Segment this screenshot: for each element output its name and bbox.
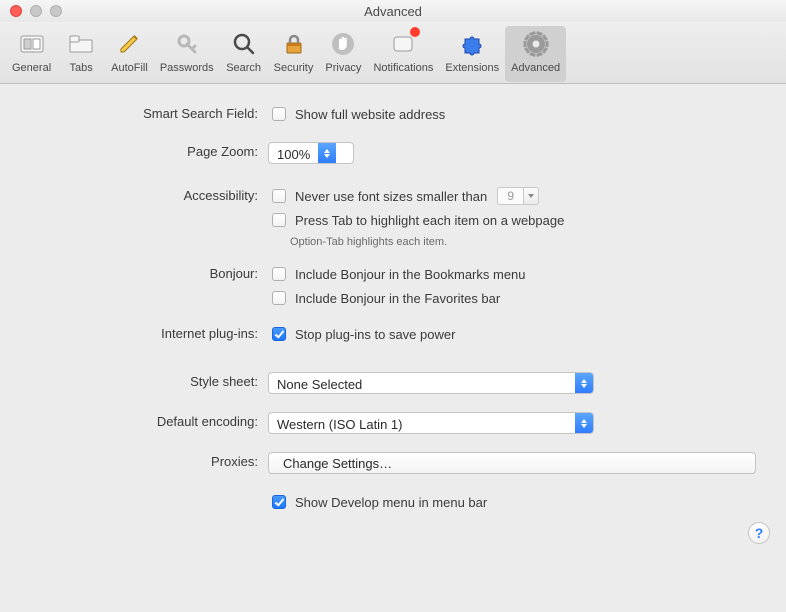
show-develop-checkbox[interactable]: [272, 495, 286, 509]
toolbar-tab-search[interactable]: Search: [220, 26, 268, 82]
smart-search-label: Smart Search Field:: [30, 104, 268, 121]
never-smaller-checkbox[interactable]: [272, 189, 286, 203]
stop-plugins-label: Stop plug-ins to save power: [295, 327, 455, 342]
accessibility-hint: Option-Tab highlights each item.: [268, 236, 756, 248]
toolbar-tab-privacy[interactable]: Privacy: [319, 26, 367, 82]
toolbar-tab-notifications[interactable]: Notifications: [367, 26, 439, 82]
traffic-lights: [0, 5, 62, 17]
tabs-icon: [65, 28, 97, 60]
prefs-content: Smart Search Field: Show full website ad…: [0, 84, 786, 546]
change-settings-button[interactable]: Change Settings…: [268, 452, 756, 474]
toolbar-tab-tabs[interactable]: Tabs: [57, 26, 105, 82]
prefs-toolbar: General Tabs AutoFill Passwords Search Securi…: [0, 22, 786, 84]
toolbar-tab-security[interactable]: Security: [268, 26, 320, 82]
toolbar-tab-general[interactable]: General: [6, 26, 57, 82]
help-button[interactable]: ?: [748, 522, 770, 544]
toolbar-tab-label: Search: [226, 62, 261, 74]
min-font-size-field[interactable]: [497, 187, 539, 205]
toolbar-tab-passwords[interactable]: Passwords: [154, 26, 220, 82]
stylesheet-select[interactable]: None Selected: [268, 372, 594, 394]
plugins-label: Internet plug-ins:: [30, 324, 268, 341]
badge-icon: [387, 28, 419, 60]
never-smaller-label: Never use font sizes smaller than: [295, 189, 487, 204]
toolbar-tab-autofill[interactable]: AutoFill: [105, 26, 154, 82]
close-button[interactable]: [10, 5, 22, 17]
select-arrows-icon: [575, 413, 593, 433]
min-font-size-input[interactable]: [497, 187, 523, 205]
hand-icon: [327, 28, 359, 60]
toolbar-tab-label: General: [12, 62, 51, 74]
bonjour-favorites-checkbox[interactable]: [272, 291, 286, 305]
bonjour-label: Bonjour:: [30, 264, 268, 281]
magnifier-icon: [228, 28, 260, 60]
show-full-address-label: Show full website address: [295, 107, 445, 122]
press-tab-checkbox[interactable]: [272, 213, 286, 227]
titlebar: Advanced: [0, 0, 786, 22]
lock-icon: [278, 28, 310, 60]
toolbar-tab-label: AutoFill: [111, 62, 148, 74]
page-zoom-label: Page Zoom:: [30, 142, 268, 159]
zoom-button[interactable]: [50, 5, 62, 17]
notification-dot-icon: [410, 27, 420, 37]
accessibility-label: Accessibility:: [30, 186, 268, 203]
toolbar-tab-label: Tabs: [70, 62, 93, 74]
toolbar-tab-label: Extensions: [445, 62, 499, 74]
minimize-button[interactable]: [30, 5, 42, 17]
proxies-label: Proxies:: [30, 452, 268, 469]
key-icon: [171, 28, 203, 60]
gear-icon: [520, 28, 552, 60]
stylesheet-label: Style sheet:: [30, 372, 268, 389]
stepper-icon[interactable]: [523, 187, 539, 205]
stop-plugins-checkbox[interactable]: [272, 327, 286, 341]
encoding-select[interactable]: Western (ISO Latin 1): [268, 412, 594, 434]
window-title: Advanced: [0, 4, 786, 19]
bonjour-bookmarks-checkbox[interactable]: [272, 267, 286, 281]
page-zoom-select[interactable]: 100%: [268, 142, 354, 164]
toolbar-tab-label: Notifications: [373, 62, 433, 74]
select-arrows-icon: [575, 373, 593, 393]
toolbar-tab-label: Privacy: [325, 62, 361, 74]
toolbar-tab-label: Passwords: [160, 62, 214, 74]
show-full-address-checkbox[interactable]: [272, 107, 286, 121]
show-develop-label: Show Develop menu in menu bar: [295, 495, 487, 510]
switch-icon: [16, 28, 48, 60]
toolbar-tab-extensions[interactable]: Extensions: [439, 26, 505, 82]
bonjour-favorites-label: Include Bonjour in the Favorites bar: [295, 291, 500, 306]
toolbar-tab-label: Advanced: [511, 62, 560, 74]
encoding-label: Default encoding:: [30, 412, 268, 429]
toolbar-tab-label: Security: [274, 62, 314, 74]
puzzle-icon: [456, 28, 488, 60]
pencil-icon: [113, 28, 145, 60]
bonjour-bookmarks-label: Include Bonjour in the Bookmarks menu: [295, 267, 526, 282]
press-tab-label: Press Tab to highlight each item on a we…: [295, 213, 564, 228]
toolbar-tab-advanced[interactable]: Advanced: [505, 26, 566, 82]
select-arrows-icon: [318, 143, 336, 163]
